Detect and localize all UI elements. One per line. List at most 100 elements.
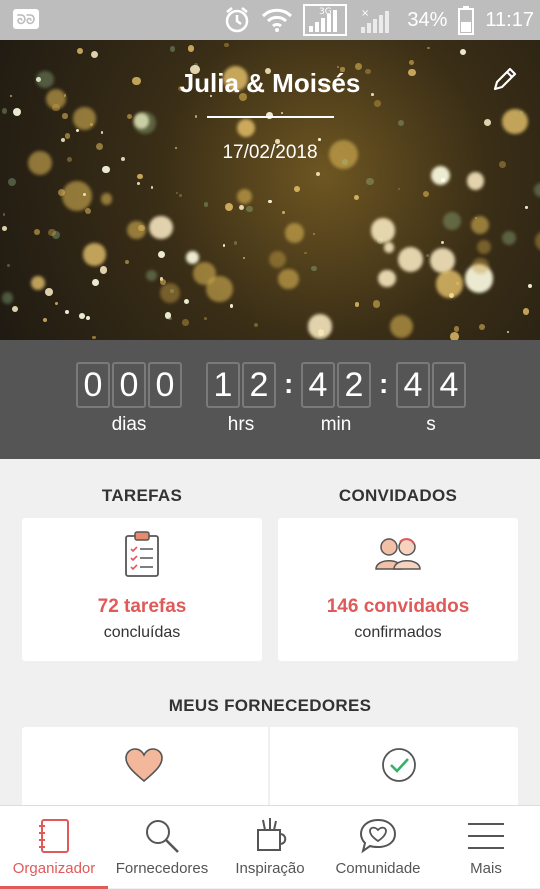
nav-inspiracao[interactable]: Inspiração	[216, 806, 324, 889]
bokeh-light	[280, 111, 284, 115]
bokeh-light	[1, 225, 7, 231]
bokeh-light	[472, 257, 489, 275]
bokeh-light	[6, 263, 10, 267]
guests-title: CONVIDADOS	[338, 486, 458, 505]
seconds-digit-2: 4	[432, 362, 466, 408]
bokeh-light	[137, 224, 145, 232]
bokeh-light	[133, 112, 156, 134]
bokeh-light	[206, 275, 233, 303]
bokeh-light	[64, 133, 71, 139]
bokeh-light	[225, 202, 234, 211]
bokeh-light	[90, 122, 94, 126]
bokeh-light	[397, 247, 423, 273]
bokeh-light	[8, 177, 17, 186]
bottom-navigation: Organizador Fornecedores Inspiração Comu…	[0, 805, 540, 889]
guests-count: 146 convidados	[326, 596, 470, 617]
bokeh-light	[429, 247, 455, 273]
bokeh-light	[76, 47, 83, 54]
tasks-card[interactable]: 72 tarefas concluídas	[22, 518, 262, 661]
bokeh-light	[33, 229, 40, 235]
bokeh-light	[316, 172, 321, 177]
bokeh-light	[268, 250, 286, 268]
bokeh-light	[170, 46, 176, 52]
countdown-timer: 0 0 0 dias 1 2 hrs : 4 2 min : 4 4 s	[0, 340, 540, 459]
hours-digit-1: 1	[206, 362, 240, 408]
bokeh-light	[355, 302, 360, 307]
bokeh-light	[527, 284, 532, 289]
bokeh-light	[83, 243, 106, 266]
bokeh-light	[149, 215, 173, 240]
bokeh-light	[100, 131, 104, 134]
bokeh-light	[48, 228, 56, 237]
bokeh-light	[194, 115, 198, 119]
bokeh-light	[85, 208, 92, 215]
bokeh-light	[522, 308, 530, 315]
wifi-icon	[262, 8, 293, 32]
bokeh-light	[75, 129, 79, 133]
bokeh-light	[374, 100, 381, 108]
notebook-icon	[39, 819, 69, 853]
bokeh-light	[534, 230, 540, 251]
nav-label: Mais	[470, 860, 502, 877]
bokeh-light	[294, 186, 300, 193]
bokeh-light	[236, 188, 252, 204]
bokeh-light	[502, 108, 529, 135]
heart-icon	[125, 748, 163, 783]
bokeh-light	[145, 269, 157, 281]
bokeh-light	[398, 120, 405, 127]
days-digit-1: 0	[76, 362, 110, 408]
bokeh-light	[182, 319, 189, 326]
bokeh-light	[159, 282, 180, 304]
bokeh-light	[397, 187, 401, 191]
nav-label: Organizador	[12, 860, 96, 877]
bokeh-light	[86, 316, 90, 320]
edit-icon[interactable]	[490, 64, 520, 94]
bokeh-light	[157, 251, 165, 259]
bokeh-light	[281, 210, 286, 215]
bokeh-light	[435, 270, 464, 298]
bokeh-light	[11, 305, 18, 313]
bokeh-light	[100, 192, 113, 205]
bokeh-light	[466, 172, 485, 191]
nav-label: Comunidade	[335, 860, 421, 877]
guests-card[interactable]: 146 convidados confirmados	[278, 518, 518, 661]
bokeh-light	[239, 204, 245, 210]
bokeh-light	[92, 335, 96, 340]
bokeh-light	[204, 316, 207, 320]
bokeh-light	[370, 218, 396, 243]
nav-organizador[interactable]: Organizador	[0, 806, 108, 889]
bokeh-light	[478, 324, 485, 331]
bokeh-light	[476, 239, 492, 255]
svg-text:×: ×	[361, 8, 369, 19]
bokeh-light	[268, 199, 272, 204]
signal-3g-icon: 3G	[303, 4, 348, 36]
bokeh-light	[431, 165, 451, 185]
bokeh-light	[318, 138, 321, 141]
bokeh-light	[366, 177, 374, 185]
hero-banner: Julia & Moisés 17/02/2018	[0, 40, 540, 340]
seconds-label: s	[426, 414, 436, 435]
bokeh-light	[54, 302, 58, 306]
chat-heart-icon	[359, 818, 397, 854]
nav-label: Fornecedores	[115, 860, 209, 877]
bokeh-light	[373, 300, 381, 308]
nav-mais[interactable]: Mais	[432, 806, 540, 889]
inspiration-icon	[257, 818, 287, 851]
nav-comunidade[interactable]: Comunidade	[324, 806, 432, 889]
suppliers-favorites-card[interactable]	[22, 727, 268, 817]
bokeh-light	[31, 275, 46, 290]
nav-fornecedores[interactable]: Fornecedores	[108, 806, 216, 889]
bokeh-light	[383, 242, 395, 253]
bokeh-light	[507, 330, 510, 334]
suppliers-hired-card[interactable]	[270, 727, 518, 817]
seconds-digit-1: 4	[396, 362, 430, 408]
check-circle-icon	[382, 748, 416, 782]
bokeh-light	[307, 314, 333, 339]
minutes-label: min	[320, 414, 352, 435]
signal-icon: ×	[361, 8, 390, 33]
bokeh-light	[390, 314, 414, 338]
bokeh-light	[354, 195, 360, 201]
bokeh-light	[304, 251, 307, 254]
bokeh-light	[246, 206, 253, 213]
bokeh-light	[44, 287, 53, 296]
